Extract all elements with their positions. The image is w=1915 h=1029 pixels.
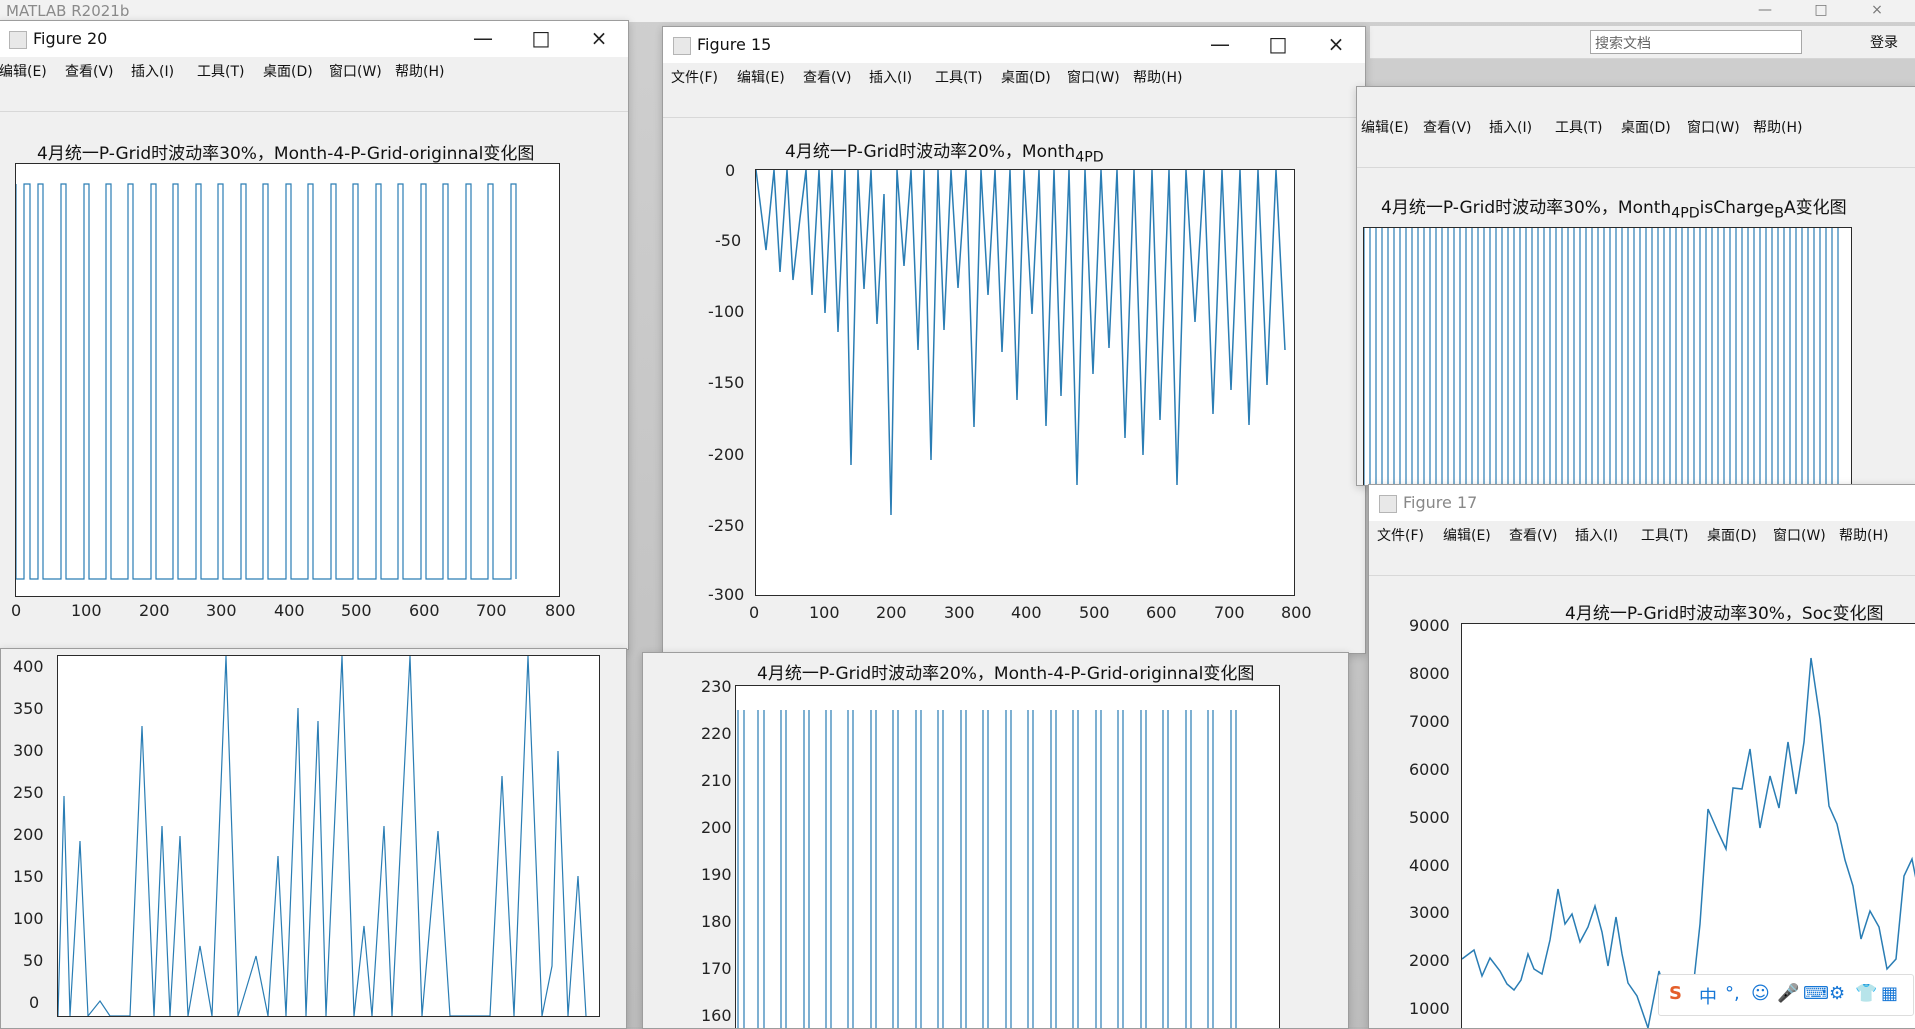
menu-view[interactable]: 查看(V) bbox=[65, 61, 114, 81]
close-icon[interactable]: × bbox=[570, 21, 628, 57]
menu-edit[interactable]: 编辑(E) bbox=[737, 67, 785, 87]
minimize-icon[interactable]: — bbox=[454, 21, 512, 57]
close-icon[interactable]: × bbox=[1854, 0, 1900, 22]
plot-title: 4月统一P-Grid时波动率30%，Month-4-P-Grid-originn… bbox=[37, 144, 535, 164]
maximize-icon[interactable]: □ bbox=[512, 21, 570, 57]
menu-desktop[interactable]: 桌面(D) bbox=[1621, 117, 1671, 137]
menu-help[interactable]: 帮助(H) bbox=[395, 61, 444, 81]
menu-view[interactable]: 查看(V) bbox=[1509, 525, 1558, 545]
plot-area bbox=[1363, 227, 1852, 485]
menu-desktop[interactable]: 桌面(D) bbox=[1001, 67, 1051, 87]
toolbar bbox=[1369, 545, 1915, 576]
plot-title: 4月统一P-Grid时波动率20%，Month-4-P-Grid-originn… bbox=[757, 664, 1255, 684]
menu-file[interactable]: 文件(F) bbox=[1377, 525, 1424, 545]
plot-area bbox=[15, 163, 560, 597]
menu-desktop[interactable]: 桌面(D) bbox=[263, 61, 313, 81]
maximize-icon[interactable]: □ bbox=[1249, 27, 1307, 63]
menu-insert[interactable]: 插入(I) bbox=[1489, 117, 1532, 137]
menu-desktop[interactable]: 桌面(D) bbox=[1707, 525, 1757, 545]
menu-tools[interactable]: 工具(T) bbox=[1555, 117, 1602, 137]
line-series bbox=[755, 169, 1286, 516]
menu-bar: 编辑(E) 查看(V) 插入(I) 工具(T) 桌面(D) 窗口(W) 帮助(H) bbox=[0, 57, 628, 81]
menu-edit[interactable]: 编辑(E) bbox=[1443, 525, 1491, 545]
matlab-icon bbox=[9, 31, 27, 49]
figure-20-window: Figure 20 — □ × 编辑(E) 查看(V) 插入(I) 工具(T) 桌面(D) 窗口… bbox=[0, 20, 629, 650]
menu-help[interactable]: 帮助(H) bbox=[1753, 117, 1802, 137]
toolbar bbox=[0, 81, 628, 112]
menu-window[interactable]: 窗口(W) bbox=[329, 61, 382, 81]
toolbar bbox=[663, 87, 1365, 118]
plot-title: 4月统一P-Grid时波动率20%，Month4PD bbox=[785, 142, 1104, 166]
minimize-icon[interactable]: — bbox=[1191, 27, 1249, 63]
menu-view[interactable]: 查看(V) bbox=[1423, 117, 1472, 137]
close-icon[interactable]: × bbox=[1307, 27, 1365, 63]
menu-tools[interactable]: 工具(T) bbox=[197, 61, 244, 81]
plot-title: 4月统一P-Grid时波动率30%，Month4PDisChargeBA变化图 bbox=[1381, 198, 1847, 222]
line-series bbox=[1461, 657, 1915, 1028]
matlab-title: MATLAB R2021b bbox=[6, 2, 130, 20]
line-series bbox=[57, 655, 587, 1018]
menu-help[interactable]: 帮助(H) bbox=[1133, 67, 1182, 87]
menu-insert[interactable]: 插入(I) bbox=[869, 67, 912, 87]
matlab-icon bbox=[1379, 495, 1397, 513]
bottom-left-window: 400 350 300 250 200 150 100 50 0 bbox=[0, 648, 627, 1029]
menu-window[interactable]: 窗口(W) bbox=[1687, 117, 1740, 137]
menu-help[interactable]: 帮助(H) bbox=[1839, 525, 1888, 545]
menu-file[interactable]: 文件(F) bbox=[671, 67, 718, 87]
menu-insert[interactable]: 插入(I) bbox=[131, 61, 174, 81]
ime-toolbar[interactable]: S 中 °, ☺ 🎤 ⌨ ⚙ 👕 ▦ bbox=[1658, 974, 1914, 1016]
menu-bar: 文件(F) 编辑(E) 查看(V) 插入(I) 工具(T) 桌面(D) 窗口(W) 帮助(H) bbox=[663, 63, 1365, 87]
plot-area bbox=[1461, 623, 1915, 1028]
menu-insert[interactable]: 插入(I) bbox=[1575, 525, 1618, 545]
plot-area bbox=[57, 655, 600, 1018]
menu-window[interactable]: 窗口(W) bbox=[1067, 67, 1120, 87]
plot-area bbox=[735, 685, 1280, 1028]
window-title: Figure 15 bbox=[697, 35, 772, 54]
minimize-icon[interactable]: — bbox=[1742, 0, 1788, 22]
figure-16-window: 编辑(E) 查看(V) 插入(I) 工具(T) 桌面(D) 窗口(W) 帮助(H) 4月统一… bbox=[1356, 86, 1915, 486]
plot-area bbox=[755, 169, 1295, 596]
line-series bbox=[737, 710, 1237, 1028]
login-button[interactable]: 登录 bbox=[1870, 32, 1898, 52]
menu-tools[interactable]: 工具(T) bbox=[1641, 525, 1688, 545]
window-title: Figure 20 bbox=[33, 29, 108, 48]
line-series bbox=[1363, 228, 1839, 485]
window-title: Figure 17 bbox=[1403, 493, 1478, 512]
figure-15-window: Figure 15 — □ × 文件(F) 编辑(E) 查看(V) 插入(I) 工具(T) 桌面… bbox=[662, 26, 1366, 654]
search-input[interactable]: 搜索文档 bbox=[1590, 30, 1802, 54]
menu-edit[interactable]: 编辑(E) bbox=[1361, 117, 1409, 137]
plot-title: 4月统一P-Grid时波动率30%，Soc变化图 bbox=[1565, 604, 1884, 624]
line-series bbox=[15, 183, 517, 580]
menu-bar: 编辑(E) 查看(V) 插入(I) 工具(T) 桌面(D) 窗口(W) 帮助(H) bbox=[1357, 113, 1915, 137]
bottom-middle-window: 4月统一P-Grid时波动率20%，Month-4-P-Grid-originn… bbox=[642, 652, 1349, 1029]
restore-icon[interactable]: □ bbox=[1798, 0, 1844, 22]
toolbar bbox=[1357, 137, 1915, 168]
menu-edit[interactable]: 编辑(E) bbox=[0, 61, 47, 81]
menu-bar: 文件(F) 编辑(E) 查看(V) 插入(I) 工具(T) 桌面(D) 窗口(W) 帮助(H) bbox=[1369, 521, 1915, 545]
menu-tools[interactable]: 工具(T) bbox=[935, 67, 982, 87]
figure-17-window: Figure 17 文件(F) 编辑(E) 查看(V) 插入(I) 工具(T) 桌面(D)… bbox=[1368, 484, 1915, 1029]
menu-view[interactable]: 查看(V) bbox=[803, 67, 852, 87]
matlab-icon bbox=[673, 37, 691, 55]
menu-window[interactable]: 窗口(W) bbox=[1773, 525, 1826, 545]
